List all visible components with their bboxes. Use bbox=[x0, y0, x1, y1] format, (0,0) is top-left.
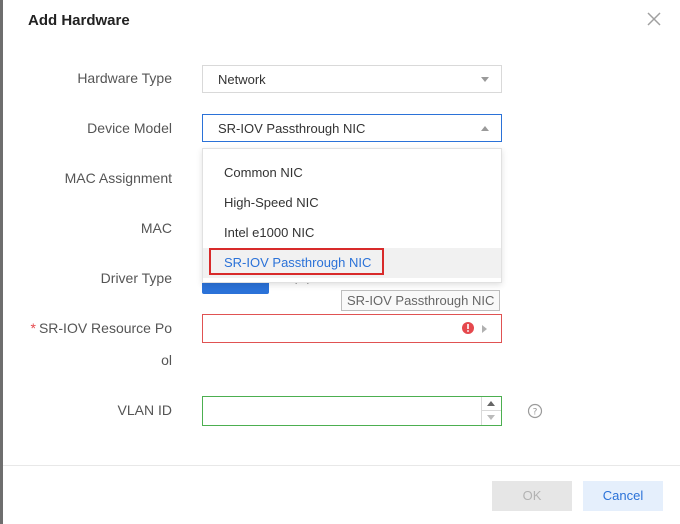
chevron-right-icon bbox=[482, 325, 487, 333]
hardware-type-label: Hardware Type bbox=[77, 70, 172, 86]
tooltip: SR-IOV Passthrough NIC bbox=[341, 290, 501, 311]
help-icon[interactable]: ? bbox=[527, 403, 543, 419]
chevron-up-icon bbox=[487, 401, 495, 406]
dialog-title: Add Hardware bbox=[28, 12, 130, 29]
hardware-type-select[interactable]: Network bbox=[202, 65, 502, 93]
close-icon[interactable] bbox=[643, 8, 665, 30]
required-marker: * bbox=[30, 320, 36, 336]
mac-label: MAC bbox=[140, 220, 172, 236]
vlan-id-stepper-controls bbox=[481, 397, 501, 425]
dropdown-option-common-nic[interactable]: Common NIC bbox=[203, 158, 501, 188]
vlan-id-stepper bbox=[202, 396, 502, 426]
sriov-resource-pool-label: * SR-IOV Resource Po bbox=[30, 320, 172, 336]
increment-button[interactable] bbox=[482, 397, 501, 411]
sriov-resource-pool-label-wrap: ol bbox=[161, 352, 172, 368]
error-icon bbox=[461, 321, 475, 335]
ok-button[interactable]: OK bbox=[492, 481, 572, 511]
add-hardware-dialog: Add Hardware Hardware Type Network Devic… bbox=[0, 0, 680, 524]
decrement-button[interactable] bbox=[482, 411, 501, 425]
driver-type-label: Driver Type bbox=[100, 270, 172, 286]
dropdown-option-high-speed-nic[interactable]: High-Speed NIC bbox=[203, 188, 501, 218]
device-model-value: SR-IOV Passthrough NIC bbox=[218, 121, 366, 136]
vlan-id-label: VLAN ID bbox=[117, 402, 172, 418]
footer-divider bbox=[3, 465, 680, 466]
chevron-up-icon bbox=[481, 126, 489, 131]
chevron-down-icon bbox=[487, 415, 495, 420]
sriov-resource-pool-select[interactable] bbox=[202, 314, 502, 343]
device-model-dropdown: Common NIC High-Speed NIC Intel e1000 NI… bbox=[202, 148, 502, 283]
dropdown-option-intel-e1000-nic[interactable]: Intel e1000 NIC bbox=[203, 218, 501, 248]
svg-text:?: ? bbox=[533, 408, 538, 418]
hardware-type-value: Network bbox=[218, 72, 266, 87]
mac-assignment-label: MAC Assignment bbox=[64, 170, 172, 186]
dropdown-option-sriov-passthrough-nic[interactable]: SR-IOV Passthrough NIC bbox=[203, 248, 501, 278]
cancel-button[interactable]: Cancel bbox=[583, 481, 663, 511]
device-model-select[interactable]: SR-IOV Passthrough NIC bbox=[202, 114, 502, 142]
chevron-down-icon bbox=[481, 77, 489, 82]
vlan-id-input[interactable] bbox=[203, 397, 481, 425]
device-model-label: Device Model bbox=[87, 120, 172, 136]
